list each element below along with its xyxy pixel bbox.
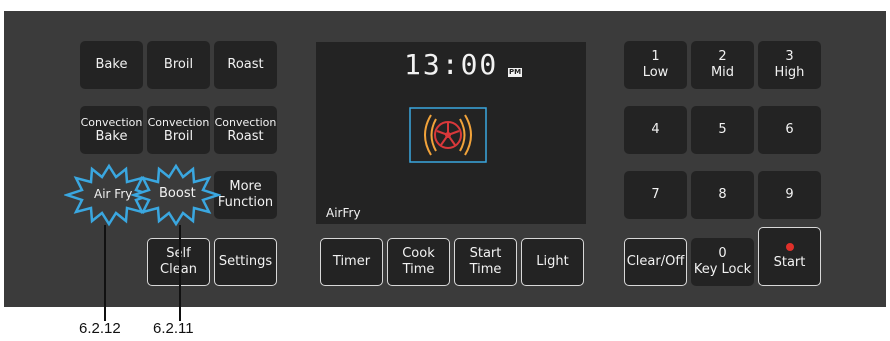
timer-label: Timer [332,254,371,269]
key-1-digit: 1 [651,49,660,64]
air-fry-label: Air Fry [94,187,133,201]
mode-label: AirFry [326,206,361,220]
key-5-digit: 5 [718,122,727,137]
key-1-sublabel: Low [642,65,669,80]
start-time-label-1: Start [469,246,502,261]
settings-label: Settings [218,254,273,269]
air-fry-reference: 6.2.12 [79,320,121,337]
key-1-low-button[interactable]: 1 Low [624,41,687,89]
bake-button[interactable]: Bake [80,41,143,89]
start-indicator-dot [785,242,794,251]
convection-broil-label-1: Convection [147,116,210,129]
broil-button[interactable]: Broil [147,41,210,89]
key-9-button[interactable]: 9 [758,171,821,219]
more-function-label-1: More [229,179,262,194]
roast-button[interactable]: Roast [214,41,277,89]
key-0-digit: 0 [718,246,727,261]
cook-time-label-1: Cook [402,246,435,261]
pm-indicator: PM [508,68,523,77]
key-8-button[interactable]: 8 [691,171,754,219]
key-lock-sublabel: Key Lock [693,262,752,277]
key-3-high-button[interactable]: 3 High [758,41,821,89]
key-7-digit: 7 [651,187,660,202]
boost-label: Boost [159,186,196,201]
broil-label: Broil [163,57,194,72]
start-label: Start [773,254,806,270]
air-fry-leader-line [104,225,106,321]
light-button[interactable]: Light [521,238,584,286]
key-6-button[interactable]: 6 [758,106,821,154]
key-0-key-lock-button[interactable]: 0 Key Lock [691,238,754,286]
start-button[interactable]: Start [758,227,821,286]
key-2-mid-button[interactable]: 2 Mid [691,41,754,89]
convection-broil-button[interactable]: Convection Broil [147,106,210,154]
control-panel: Bake Broil Roast Convection Bake Convect… [4,11,886,307]
boost-reference: 6.2.11 [153,320,194,337]
convection-bake-label-2: Bake [95,129,128,144]
start-time-button[interactable]: Start Time [454,238,517,286]
clear-off-label: Clear/Off [626,254,685,269]
boost-leader-line [179,225,181,321]
cook-time-label-2: Time [402,262,435,277]
key-4-button[interactable]: 4 [624,106,687,154]
convection-roast-button[interactable]: Convection Roast [214,106,277,154]
clear-off-button[interactable]: Clear/Off [624,238,687,286]
key-8-digit: 8 [718,187,727,202]
key-2-sublabel: Mid [710,65,735,80]
roast-label: Roast [227,57,264,72]
clock-time: 13:00 [404,48,499,81]
key-3-sublabel: High [774,65,805,80]
bake-label: Bake [95,57,128,72]
key-2-digit: 2 [718,49,727,64]
more-function-label-2: Function [217,195,274,210]
settings-button[interactable]: Settings [214,238,277,286]
air-fry-fan-icon [409,107,487,163]
timer-button[interactable]: Timer [320,238,383,286]
start-time-label-2: Time [469,262,502,277]
key-7-button[interactable]: 7 [624,171,687,219]
key-6-digit: 6 [785,122,794,137]
key-4-digit: 4 [651,122,660,137]
key-3-digit: 3 [785,49,794,64]
more-function-button[interactable]: More Function [214,171,277,219]
convection-roast-label-1: Convection [214,116,277,129]
convection-bake-label-1: Convection [80,116,143,129]
display-screen: 13:00 PM AirFry [316,42,586,224]
key-9-digit: 9 [785,187,794,202]
light-label: Light [536,254,569,269]
convection-broil-label-2: Broil [163,129,194,144]
cook-time-button[interactable]: Cook Time [387,238,450,286]
convection-roast-label-2: Roast [227,129,264,144]
key-5-button[interactable]: 5 [691,106,754,154]
convection-bake-button[interactable]: Convection Bake [80,106,143,154]
